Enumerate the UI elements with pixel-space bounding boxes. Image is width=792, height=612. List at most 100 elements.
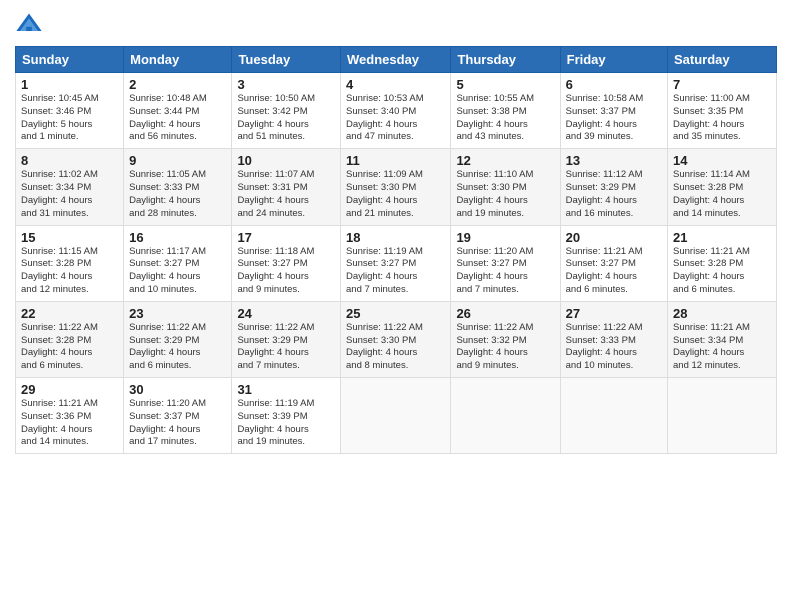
day-number: 15 <box>21 230 118 245</box>
calendar-cell: 31Sunrise: 11:19 AMSunset: 3:39 PMDaylig… <box>232 378 341 454</box>
calendar-cell: 15Sunrise: 11:15 AMSunset: 3:28 PMDaylig… <box>16 225 124 301</box>
day-number: 30 <box>129 382 226 397</box>
day-info: Sunrise: 11:15 AMSunset: 3:28 PMDaylight… <box>21 246 118 297</box>
day-number: 2 <box>129 77 226 92</box>
day-number: 17 <box>237 230 335 245</box>
day-info: Sunrise: 11:21 AMSunset: 3:34 PMDaylight… <box>673 322 771 373</box>
calendar-cell: 14Sunrise: 11:14 AMSunset: 3:28 PMDaylig… <box>668 149 777 225</box>
calendar-cell: 29Sunrise: 11:21 AMSunset: 3:36 PMDaylig… <box>16 378 124 454</box>
day-number: 8 <box>21 153 118 168</box>
day-info: Sunrise: 11:21 AMSunset: 3:27 PMDaylight… <box>566 246 662 297</box>
calendar-cell: 22Sunrise: 11:22 AMSunset: 3:28 PMDaylig… <box>16 301 124 377</box>
calendar-cell <box>341 378 451 454</box>
day-number: 18 <box>346 230 445 245</box>
calendar-cell: 5Sunrise: 10:55 AMSunset: 3:38 PMDayligh… <box>451 73 560 149</box>
calendar-header-wednesday: Wednesday <box>341 47 451 73</box>
calendar-week-2: 8Sunrise: 11:02 AMSunset: 3:34 PMDayligh… <box>16 149 777 225</box>
day-info: Sunrise: 11:21 AMSunset: 3:36 PMDaylight… <box>21 398 118 449</box>
calendar-cell: 19Sunrise: 11:20 AMSunset: 3:27 PMDaylig… <box>451 225 560 301</box>
calendar-header-row: SundayMondayTuesdayWednesdayThursdayFrid… <box>16 47 777 73</box>
calendar-cell: 4Sunrise: 10:53 AMSunset: 3:40 PMDayligh… <box>341 73 451 149</box>
day-number: 7 <box>673 77 771 92</box>
day-number: 16 <box>129 230 226 245</box>
day-number: 4 <box>346 77 445 92</box>
calendar-cell <box>451 378 560 454</box>
calendar-week-4: 22Sunrise: 11:22 AMSunset: 3:28 PMDaylig… <box>16 301 777 377</box>
calendar-cell: 10Sunrise: 11:07 AMSunset: 3:31 PMDaylig… <box>232 149 341 225</box>
day-info: Sunrise: 10:50 AMSunset: 3:42 PMDaylight… <box>237 93 335 144</box>
day-info: Sunrise: 11:19 AMSunset: 3:39 PMDaylight… <box>237 398 335 449</box>
day-info: Sunrise: 11:19 AMSunset: 3:27 PMDaylight… <box>346 246 445 297</box>
day-number: 26 <box>456 306 554 321</box>
day-number: 9 <box>129 153 226 168</box>
calendar-cell: 21Sunrise: 11:21 AMSunset: 3:28 PMDaylig… <box>668 225 777 301</box>
day-info: Sunrise: 11:20 AMSunset: 3:37 PMDaylight… <box>129 398 226 449</box>
calendar-cell: 1Sunrise: 10:45 AMSunset: 3:46 PMDayligh… <box>16 73 124 149</box>
calendar-header-friday: Friday <box>560 47 667 73</box>
day-number: 3 <box>237 77 335 92</box>
calendar-cell: 30Sunrise: 11:20 AMSunset: 3:37 PMDaylig… <box>124 378 232 454</box>
day-info: Sunrise: 10:53 AMSunset: 3:40 PMDaylight… <box>346 93 445 144</box>
calendar-cell: 20Sunrise: 11:21 AMSunset: 3:27 PMDaylig… <box>560 225 667 301</box>
day-number: 10 <box>237 153 335 168</box>
day-number: 25 <box>346 306 445 321</box>
calendar-cell: 6Sunrise: 10:58 AMSunset: 3:37 PMDayligh… <box>560 73 667 149</box>
day-info: Sunrise: 11:21 AMSunset: 3:28 PMDaylight… <box>673 246 771 297</box>
day-info: Sunrise: 10:45 AMSunset: 3:46 PMDaylight… <box>21 93 118 144</box>
day-number: 28 <box>673 306 771 321</box>
calendar-cell: 12Sunrise: 11:10 AMSunset: 3:30 PMDaylig… <box>451 149 560 225</box>
calendar-week-1: 1Sunrise: 10:45 AMSunset: 3:46 PMDayligh… <box>16 73 777 149</box>
page-header <box>15 10 777 38</box>
calendar-week-5: 29Sunrise: 11:21 AMSunset: 3:36 PMDaylig… <box>16 378 777 454</box>
day-info: Sunrise: 11:22 AMSunset: 3:28 PMDaylight… <box>21 322 118 373</box>
day-info: Sunrise: 11:12 AMSunset: 3:29 PMDaylight… <box>566 169 662 220</box>
day-info: Sunrise: 11:10 AMSunset: 3:30 PMDaylight… <box>456 169 554 220</box>
day-info: Sunrise: 11:22 AMSunset: 3:29 PMDaylight… <box>237 322 335 373</box>
calendar-week-3: 15Sunrise: 11:15 AMSunset: 3:28 PMDaylig… <box>16 225 777 301</box>
day-info: Sunrise: 11:07 AMSunset: 3:31 PMDaylight… <box>237 169 335 220</box>
day-number: 22 <box>21 306 118 321</box>
logo <box>15 10 47 38</box>
calendar-cell: 16Sunrise: 11:17 AMSunset: 3:27 PMDaylig… <box>124 225 232 301</box>
day-info: Sunrise: 10:58 AMSunset: 3:37 PMDaylight… <box>566 93 662 144</box>
day-info: Sunrise: 10:48 AMSunset: 3:44 PMDaylight… <box>129 93 226 144</box>
calendar-header-tuesday: Tuesday <box>232 47 341 73</box>
day-number: 11 <box>346 153 445 168</box>
day-number: 21 <box>673 230 771 245</box>
calendar-cell: 25Sunrise: 11:22 AMSunset: 3:30 PMDaylig… <box>341 301 451 377</box>
day-number: 27 <box>566 306 662 321</box>
day-number: 5 <box>456 77 554 92</box>
day-info: Sunrise: 11:18 AMSunset: 3:27 PMDaylight… <box>237 246 335 297</box>
calendar-cell: 28Sunrise: 11:21 AMSunset: 3:34 PMDaylig… <box>668 301 777 377</box>
day-info: Sunrise: 11:22 AMSunset: 3:30 PMDaylight… <box>346 322 445 373</box>
calendar-cell: 8Sunrise: 11:02 AMSunset: 3:34 PMDayligh… <box>16 149 124 225</box>
day-info: Sunrise: 11:09 AMSunset: 3:30 PMDaylight… <box>346 169 445 220</box>
calendar-header-saturday: Saturday <box>668 47 777 73</box>
day-number: 14 <box>673 153 771 168</box>
day-number: 6 <box>566 77 662 92</box>
day-info: Sunrise: 11:22 AMSunset: 3:29 PMDaylight… <box>129 322 226 373</box>
calendar-cell: 17Sunrise: 11:18 AMSunset: 3:27 PMDaylig… <box>232 225 341 301</box>
day-number: 1 <box>21 77 118 92</box>
calendar-cell: 13Sunrise: 11:12 AMSunset: 3:29 PMDaylig… <box>560 149 667 225</box>
day-info: Sunrise: 10:55 AMSunset: 3:38 PMDaylight… <box>456 93 554 144</box>
calendar-cell: 18Sunrise: 11:19 AMSunset: 3:27 PMDaylig… <box>341 225 451 301</box>
day-number: 24 <box>237 306 335 321</box>
day-info: Sunrise: 11:00 AMSunset: 3:35 PMDaylight… <box>673 93 771 144</box>
day-info: Sunrise: 11:02 AMSunset: 3:34 PMDaylight… <box>21 169 118 220</box>
calendar-header-thursday: Thursday <box>451 47 560 73</box>
day-info: Sunrise: 11:17 AMSunset: 3:27 PMDaylight… <box>129 246 226 297</box>
day-info: Sunrise: 11:22 AMSunset: 3:33 PMDaylight… <box>566 322 662 373</box>
calendar-cell: 2Sunrise: 10:48 AMSunset: 3:44 PMDayligh… <box>124 73 232 149</box>
calendar-cell: 23Sunrise: 11:22 AMSunset: 3:29 PMDaylig… <box>124 301 232 377</box>
calendar-cell <box>668 378 777 454</box>
calendar-cell <box>560 378 667 454</box>
calendar-cell: 11Sunrise: 11:09 AMSunset: 3:30 PMDaylig… <box>341 149 451 225</box>
day-number: 20 <box>566 230 662 245</box>
day-number: 31 <box>237 382 335 397</box>
calendar-cell: 7Sunrise: 11:00 AMSunset: 3:35 PMDayligh… <box>668 73 777 149</box>
day-number: 23 <box>129 306 226 321</box>
calendar-cell: 9Sunrise: 11:05 AMSunset: 3:33 PMDayligh… <box>124 149 232 225</box>
day-number: 12 <box>456 153 554 168</box>
day-number: 29 <box>21 382 118 397</box>
